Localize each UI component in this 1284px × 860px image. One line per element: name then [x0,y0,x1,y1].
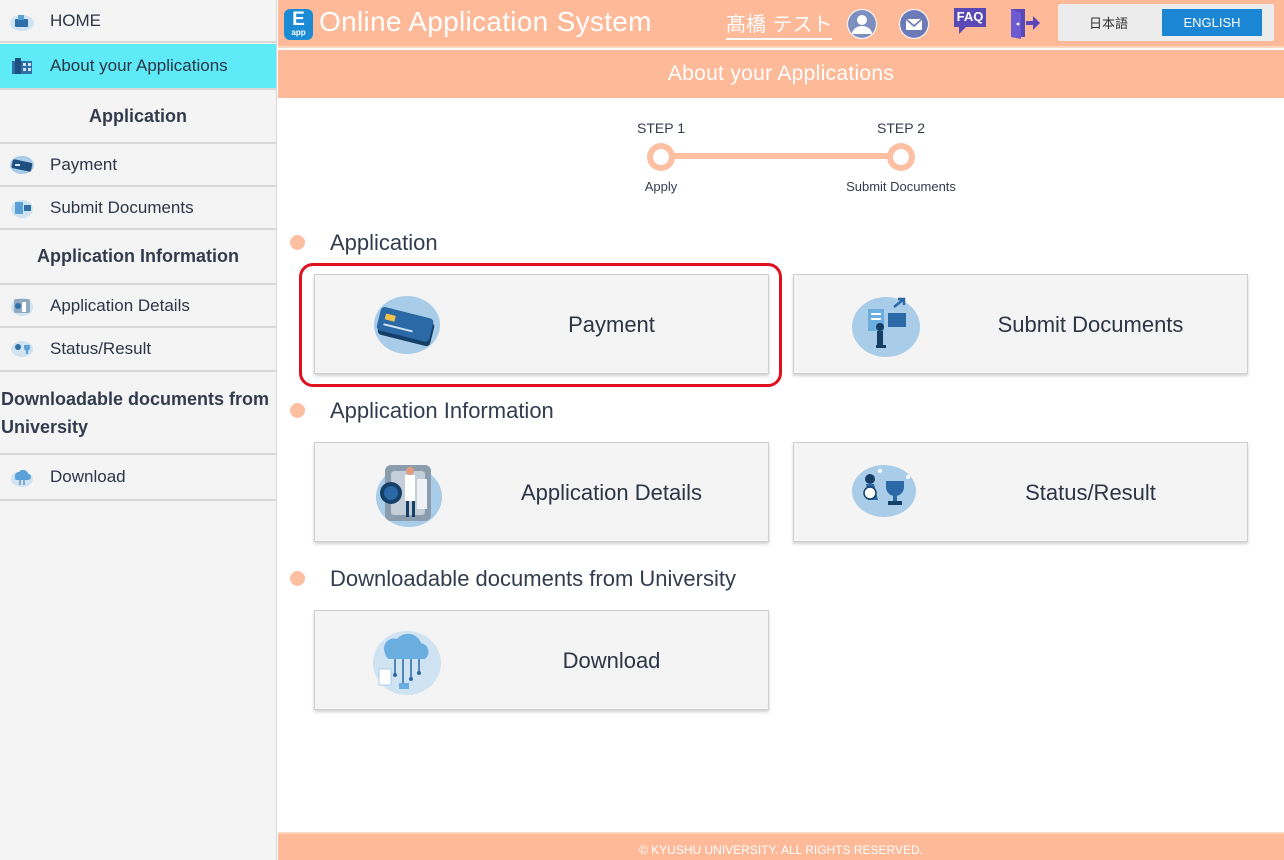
application-details-card[interactable]: Application Details [314,442,769,542]
section-title-application: Application [330,230,438,255]
download-card[interactable]: Download [314,610,769,710]
submit-documents-card[interactable]: Submit Documents [793,274,1248,374]
card-label: Payment [568,312,655,337]
user-icon[interactable] [846,8,878,40]
section-bullet [290,403,305,418]
application-details-icon [376,465,442,527]
step-1-number: STEP 1 [637,120,685,136]
sidebar-item-submit-documents[interactable]: Submit Documents [0,187,276,230]
sidebar-item-label: Application Details [50,295,190,315]
sidebar-item-download[interactable]: Download [0,455,276,501]
application-details-icon [11,297,33,316]
footer-copyright: © KYUSHU UNIVERSITY. ALL RIGHTS RESERVED… [278,832,1284,860]
sidebar-section-application: Application [0,90,276,144]
sidebar-item-home[interactable]: HOME [0,0,276,43]
payment-card[interactable]: Payment [314,274,769,374]
trophy-icon [11,341,33,357]
faq-icon[interactable]: FAQ [952,6,988,36]
sidebar-section-downloadable: Downloadable documents from University [0,372,276,455]
credit-card-icon [10,155,34,174]
step-2-number: STEP 2 [877,120,925,136]
sidebar-item-label: Payment [50,154,118,174]
card-label: Submit Documents [997,312,1184,337]
section-bullet [290,571,305,586]
step-1-dot [647,143,675,171]
faq-label: FAQ [956,9,984,24]
step-connector [661,153,901,159]
credit-card-icon [374,296,440,354]
document-upload-icon [852,297,920,357]
sidebar-item-label: About your Applications [50,56,228,75]
sidebar-item-status-result[interactable]: Status/Result [0,328,276,372]
step-2-dot [887,143,915,171]
sidebar-item-label: Submit Documents [50,197,194,217]
section-bullet [290,235,305,250]
app-title: Online Application System [319,6,652,37]
step-1-label: Apply [644,179,678,194]
card-label: Status/Result [1025,480,1156,505]
step-indicator: STEP 1 Apply STEP 2 Submit Documents [278,98,1284,208]
trophy-icon [852,465,916,517]
sidebar-section-application-info: Application Information [0,230,276,285]
document-upload-icon [11,199,33,218]
step-2-label: Submit Documents [846,179,956,194]
lang-english-button[interactable]: ENGLISH [1162,9,1262,36]
app-header: E app Online Application System 髙橋 テスト F… [278,0,1284,48]
sidebar-item-label: Status/Result [50,339,152,358]
logout-icon[interactable] [1008,6,1042,40]
page-title: About your Applications [278,50,1284,98]
sidebar: HOME About your Applications Application… [0,0,277,860]
logo-sub: app [291,28,306,37]
building-icon [12,58,32,74]
cloud-download-icon [11,469,33,487]
cloud-download-icon [373,631,441,695]
sidebar-item-label: Download [50,467,126,486]
user-name[interactable]: 髙橋 テスト [726,8,833,40]
section-title-application-info: Application Information [330,398,554,423]
status-result-card[interactable]: Status/Result [793,442,1248,542]
sidebar-item-label: HOME [50,10,101,30]
app-logo[interactable]: E app [284,9,313,40]
card-label: Application Details [521,480,702,505]
sidebar-item-payment[interactable]: Payment [0,144,276,187]
sidebar-item-application-details[interactable]: Application Details [0,285,276,328]
lang-japanese-button[interactable]: 日本語 [1058,4,1159,41]
mail-icon[interactable] [898,8,930,40]
sidebar-item-about[interactable]: About your Applications [0,44,276,90]
card-label: Download [562,648,661,673]
section-title-downloadable: Downloadable documents from University [330,566,736,591]
language-switcher: 日本語 ENGLISH [1058,4,1274,41]
home-icon [10,14,34,31]
